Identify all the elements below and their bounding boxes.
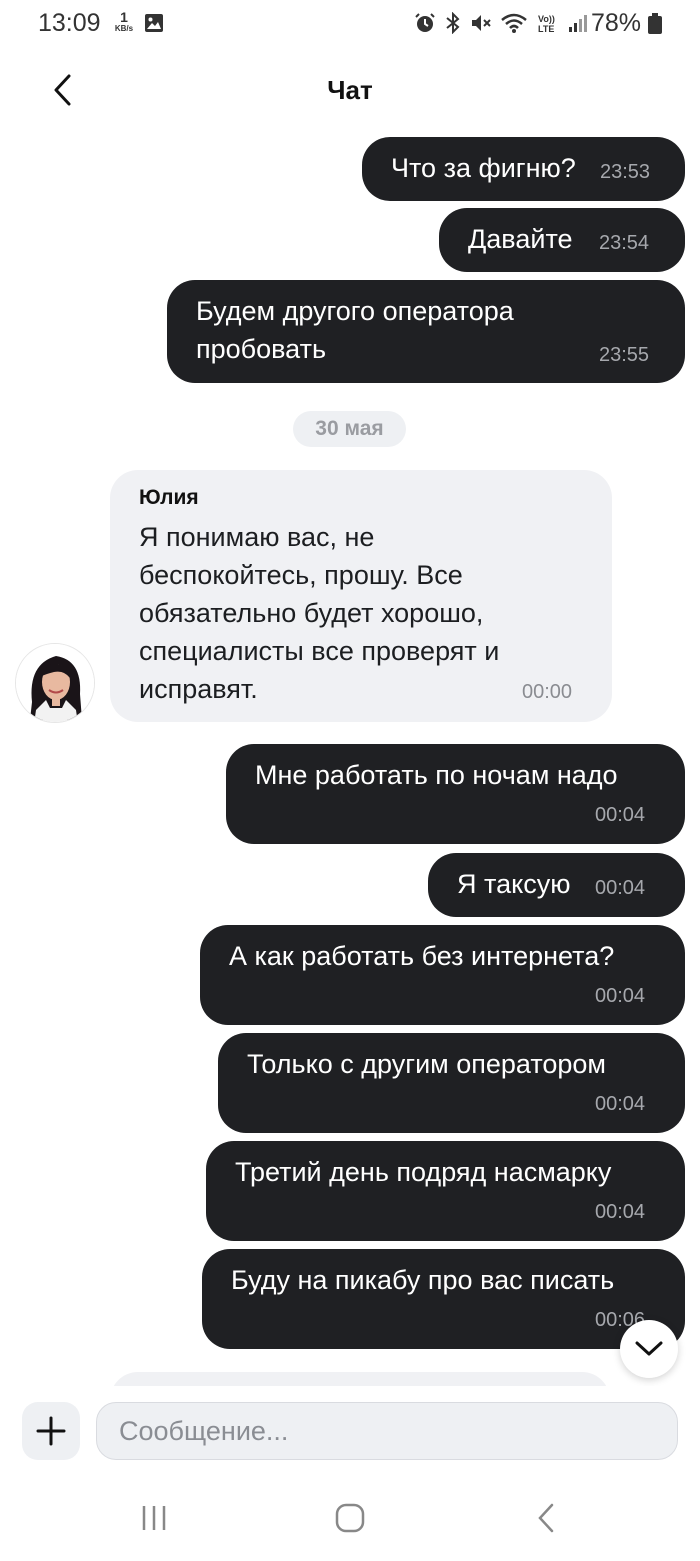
message-outgoing[interactable]: Буду на пикабу про вас писать 00:06 — [202, 1249, 685, 1349]
date-separator: 30 мая — [293, 411, 406, 447]
page-title: Чат — [327, 75, 373, 105]
message-time: 23:55 — [599, 344, 650, 366]
mute-icon — [472, 15, 491, 31]
avatar[interactable] — [15, 643, 95, 723]
message-time: 00:00 — [522, 681, 573, 703]
battery-percent: 78% — [591, 9, 642, 37]
scroll-to-bottom-button[interactable] — [620, 1320, 678, 1378]
system-nav-bar — [0, 1480, 700, 1561]
alarm-icon — [415, 13, 435, 32]
bluetooth-icon — [446, 12, 460, 34]
message-text: Третий день подряд насмарку — [235, 1157, 612, 1187]
message-time: 00:04 — [595, 804, 646, 826]
message-outgoing[interactable]: Мне работать по ночам надо 00:04 — [226, 744, 685, 844]
message-outgoing[interactable]: Что за фигню? 23:53 — [362, 137, 685, 201]
message-time: 23:53 — [600, 161, 651, 183]
network-speed: 1 KB/s — [112, 10, 136, 34]
wifi-icon — [501, 13, 527, 33]
home-icon — [335, 1503, 365, 1533]
message-outgoing[interactable]: Я таксую 00:04 — [428, 853, 685, 917]
message-time: 00:04 — [595, 985, 646, 1007]
system-back-button[interactable] — [516, 1498, 576, 1538]
svg-text:Vo)): Vo)) — [538, 14, 555, 24]
home-button[interactable] — [320, 1498, 380, 1538]
attach-button[interactable] — [22, 1402, 80, 1460]
message-outgoing[interactable]: Давайте 23:54 — [439, 208, 685, 272]
message-text: Будем другого оператора пробовать — [196, 296, 514, 364]
message-text: Мне работать по ночам надо — [255, 760, 618, 790]
message-outgoing[interactable]: Третий день подряд насмарку 00:04 — [206, 1141, 685, 1241]
message-text: Я таксую — [457, 869, 571, 899]
network-speed-unit: KB/s — [114, 24, 134, 33]
message-outgoing[interactable]: А как работать без интернета? 00:04 — [200, 925, 685, 1025]
plus-icon — [36, 1416, 66, 1446]
chat-header: Чат — [0, 55, 700, 125]
message-text: Давайте — [468, 224, 573, 254]
sender-name: Юлия — [139, 486, 199, 509]
recent-apps-button[interactable] — [124, 1498, 184, 1538]
message-time: 23:54 — [599, 232, 650, 254]
battery-icon — [648, 13, 662, 34]
message-time: 00:04 — [595, 1201, 646, 1223]
back-arrow-icon — [538, 1503, 554, 1533]
message-outgoing[interactable]: Будем другого оператора пробовать 23:55 — [167, 280, 685, 383]
volte-icon: Vo)) LTE — [538, 14, 555, 34]
signal-icon — [569, 15, 587, 32]
message-incoming[interactable]: Юлия Я понимаю вас, не беспокойтесь, про… — [110, 470, 612, 722]
status-time: 13:09 — [38, 9, 101, 37]
message-list[interactable]: Что за фигню? 23:53 Давайте 23:54 Будем … — [0, 125, 700, 1385]
message-text: А как работать без интернета? — [229, 941, 615, 971]
message-input[interactable] — [96, 1402, 678, 1460]
recent-apps-icon — [142, 1506, 166, 1530]
status-icons: Vo)) LTE — [414, 11, 588, 35]
message-outgoing[interactable]: Только с другим оператором 00:04 — [218, 1033, 685, 1133]
message-text: Я понимаю вас, не беспокойтесь, прошу. В… — [139, 522, 500, 704]
status-bar: 13:09 1 KB/s Vo)) LTE 78% — [0, 0, 700, 50]
message-time: 00:04 — [595, 1093, 646, 1115]
network-speed-value: 1 — [120, 9, 128, 25]
message-time: 00:04 — [595, 877, 646, 899]
message-composer — [0, 1386, 700, 1476]
operator-avatar-image — [16, 644, 94, 722]
message-text: Что за фигню? — [391, 153, 576, 183]
chevron-down-icon — [635, 1341, 663, 1356]
message-text: Буду на пикабу про вас писать — [231, 1265, 615, 1295]
message-text: Только с другим оператором — [247, 1049, 606, 1079]
image-icon — [145, 14, 163, 32]
svg-text:LTE: LTE — [538, 24, 554, 34]
